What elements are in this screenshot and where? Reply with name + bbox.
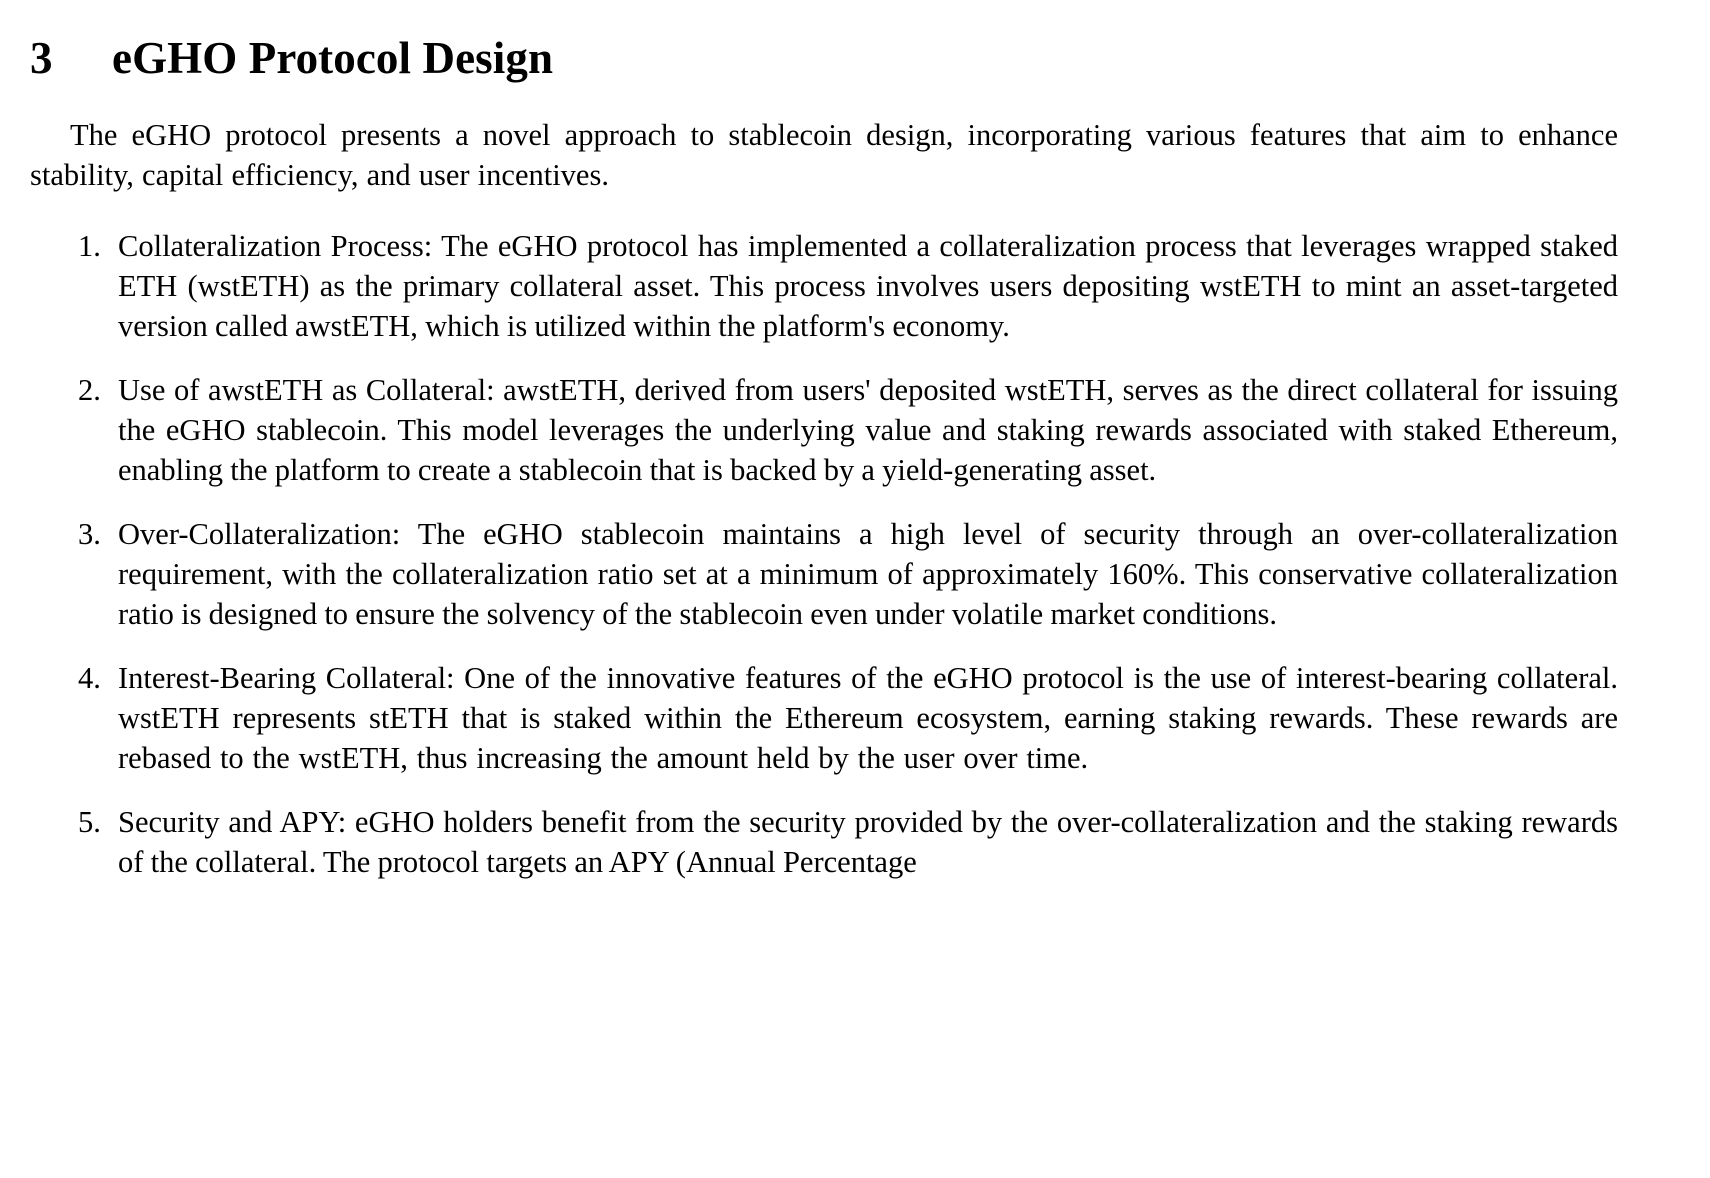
list-item: 3. Over-Collateralization: The eGHO stab… xyxy=(30,514,1618,634)
list-item: 4. Interest-Bearing Collateral: One of t… xyxy=(30,658,1618,778)
list-item-text: Collateralization Process: The eGHO prot… xyxy=(118,229,1618,343)
document-page: 3 eGHO Protocol Design The eGHO protocol… xyxy=(0,0,1710,1178)
intro-paragraph: The eGHO protocol presents a novel appro… xyxy=(30,118,1618,192)
list-item-marker: 2. xyxy=(78,373,101,407)
section-title: eGHO Protocol Design xyxy=(112,33,554,83)
list-item-text: Security and APY: eGHO holders benefit f… xyxy=(118,805,1618,879)
list-item-marker: 3. xyxy=(78,517,101,551)
list-item-marker: 1. xyxy=(78,229,101,263)
protocol-feature-list: 1. Collateralization Process: The eGHO p… xyxy=(30,195,1618,882)
page-content: 3 eGHO Protocol Design The eGHO protocol… xyxy=(30,0,1618,882)
list-item-marker: 5. xyxy=(78,805,101,839)
section-heading: 3 eGHO Protocol Design xyxy=(30,0,1618,81)
list-item-marker: 4. xyxy=(78,661,101,695)
section-number: 3 xyxy=(30,33,53,83)
list-item-text: Interest-Bearing Collateral: One of the … xyxy=(118,661,1618,775)
list-item: 1. Collateralization Process: The eGHO p… xyxy=(30,226,1618,346)
list-item: 5. Security and APY: eGHO holders benefi… xyxy=(30,802,1618,882)
list-item-text: Use of awstETH as Collateral: awstETH, d… xyxy=(118,373,1618,487)
list-item-text: Over-Collateralization: The eGHO stablec… xyxy=(118,517,1618,631)
list-item: 2. Use of awstETH as Collateral: awstETH… xyxy=(30,370,1618,490)
